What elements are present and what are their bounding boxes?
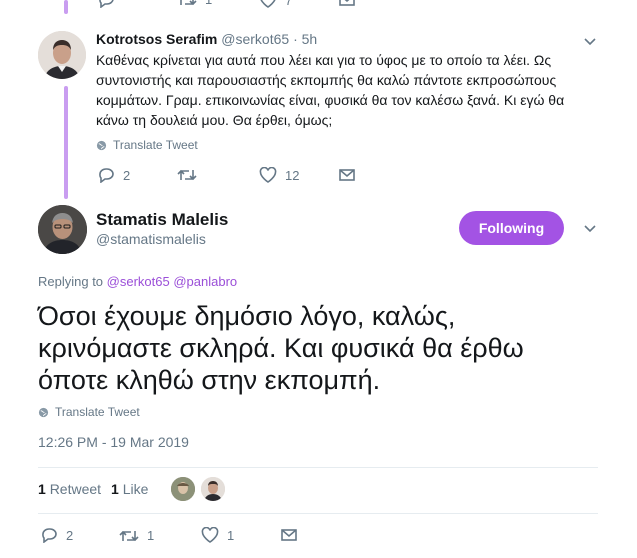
stats-row: 1 Retweet 1 Like: [38, 481, 148, 497]
retweets-stat[interactable]: 1 Retweet: [38, 481, 101, 497]
reply-like-button[interactable]: 12: [259, 167, 299, 183]
reply-reply-button[interactable]: 2: [97, 167, 130, 183]
likes-stat[interactable]: 1 Like: [111, 481, 148, 497]
avatar-kotrotsos[interactable]: [38, 31, 86, 79]
reply-chevron-down-icon[interactable]: [583, 37, 597, 47]
main-author-handle[interactable]: @stamatismalelis: [96, 231, 206, 247]
reply-text-line: κομμάτων. Γραμ. επικοινωνίας είναι, φυσι…: [96, 92, 565, 108]
main-text-line: κρινόμαστε σκληρά. Και φυσικά θα έρθω: [38, 333, 524, 363]
likes-stat-count: 1: [111, 481, 119, 497]
following-button[interactable]: Following: [459, 211, 564, 245]
envelope-icon: [281, 529, 297, 541]
reply-text-line: συντονιστής και παρουσιαστής εκπομπής θα…: [96, 72, 557, 88]
heart-icon: [201, 527, 219, 543]
reply-like-count: 12: [285, 167, 300, 183]
replying-to-link-panlabro[interactable]: @panlabro: [173, 274, 237, 289]
prev-like-button[interactable]: 7: [259, 0, 292, 8]
reply-author-name[interactable]: Kotrotsos Serafim: [96, 31, 217, 47]
retweets-stat-count: 1: [38, 481, 46, 497]
main-like-button[interactable]: 1: [201, 527, 234, 543]
main-text-line: Όσοι έχουμε δημόσιο λόγο, καλώς,: [38, 301, 456, 331]
main-retweet-count: 1: [147, 528, 155, 543]
main-dm-button[interactable]: [281, 529, 297, 541]
reply-retweet-button[interactable]: [177, 168, 197, 182]
thread-line-middle: [64, 86, 68, 199]
main-text-line: όποτε κληθώ στην εκπομπή.: [38, 365, 381, 395]
liker-avatar-1[interactable]: [171, 477, 195, 501]
main-retweet-button[interactable]: 1: [119, 528, 154, 543]
replying-to-label: Replying to: [38, 274, 104, 289]
envelope-icon: [339, 169, 355, 181]
reply-reply-count: 2: [123, 167, 131, 183]
likes-stat-label: Like: [122, 481, 149, 497]
retweet-icon: [180, 0, 197, 5]
reply-text-line: κάνω τη δουλειά μου. Θα έρθει, όμως;: [96, 112, 333, 128]
main-translate-link[interactable]: Translate Tweet: [38, 405, 140, 419]
thread-line-top: [64, 0, 68, 14]
prev-retweet-count: 1: [205, 0, 212, 7]
envelope-icon: [339, 0, 355, 6]
retweet-icon: [177, 169, 197, 181]
reply-author-handle[interactable]: @serkot65: [221, 31, 289, 47]
main-tweet-text: Όσοι έχουμε δημόσιο λόγο, καλώς, κρινόμα…: [38, 300, 524, 396]
liker-avatar-2[interactable]: [201, 477, 225, 501]
prev-dm-button[interactable]: [339, 0, 355, 6]
globe-icon: [38, 407, 49, 417]
reply-time[interactable]: · 5h: [293, 31, 317, 47]
main-reply-count: 2: [66, 527, 74, 543]
reply-header: Kotrotsos Serafim @serkot65 · 5h: [96, 31, 317, 47]
retweets-stat-label: Retweet: [49, 481, 102, 497]
main-reply-button[interactable]: 2: [40, 527, 73, 543]
heart-icon: [259, 167, 277, 183]
main-timestamp[interactable]: 12:26 PM - 19 Mar 2019: [38, 434, 189, 450]
globe-icon: [96, 140, 107, 150]
replying-to-link-serkot65[interactable]: @serkot65: [107, 274, 170, 289]
avatar-stamatis[interactable]: [38, 205, 87, 254]
prev-reply-button[interactable]: [97, 0, 115, 8]
reply-text: Καθένας κρίνεται για αυτά που λέει και γ…: [96, 50, 564, 130]
reply-icon: [99, 0, 114, 8]
reply-translate-label: Translate Tweet: [113, 138, 198, 152]
divider-bottom: [38, 513, 598, 514]
main-translate-label: Translate Tweet: [55, 405, 140, 419]
divider-top: [38, 467, 598, 468]
prev-retweet-button[interactable]: 1: [177, 0, 212, 7]
main-author-name[interactable]: Stamatis Malelis: [96, 210, 228, 230]
reply-text-line: Καθένας κρίνεται για αυτά που λέει και γ…: [96, 52, 552, 68]
replying-to: Replying to @serkot65 @panlabro: [38, 274, 237, 289]
reply-icon: [42, 528, 57, 543]
reply-translate-link[interactable]: Translate Tweet: [96, 138, 198, 152]
reply-icon: [99, 168, 114, 183]
main-like-count: 1: [227, 527, 235, 543]
prev-like-count: 7: [285, 0, 293, 8]
heart-icon: [260, 0, 276, 8]
main-chevron-down-icon[interactable]: [583, 224, 597, 234]
retweet-icon: [119, 530, 139, 541]
reply-dm-button[interactable]: [339, 169, 355, 181]
